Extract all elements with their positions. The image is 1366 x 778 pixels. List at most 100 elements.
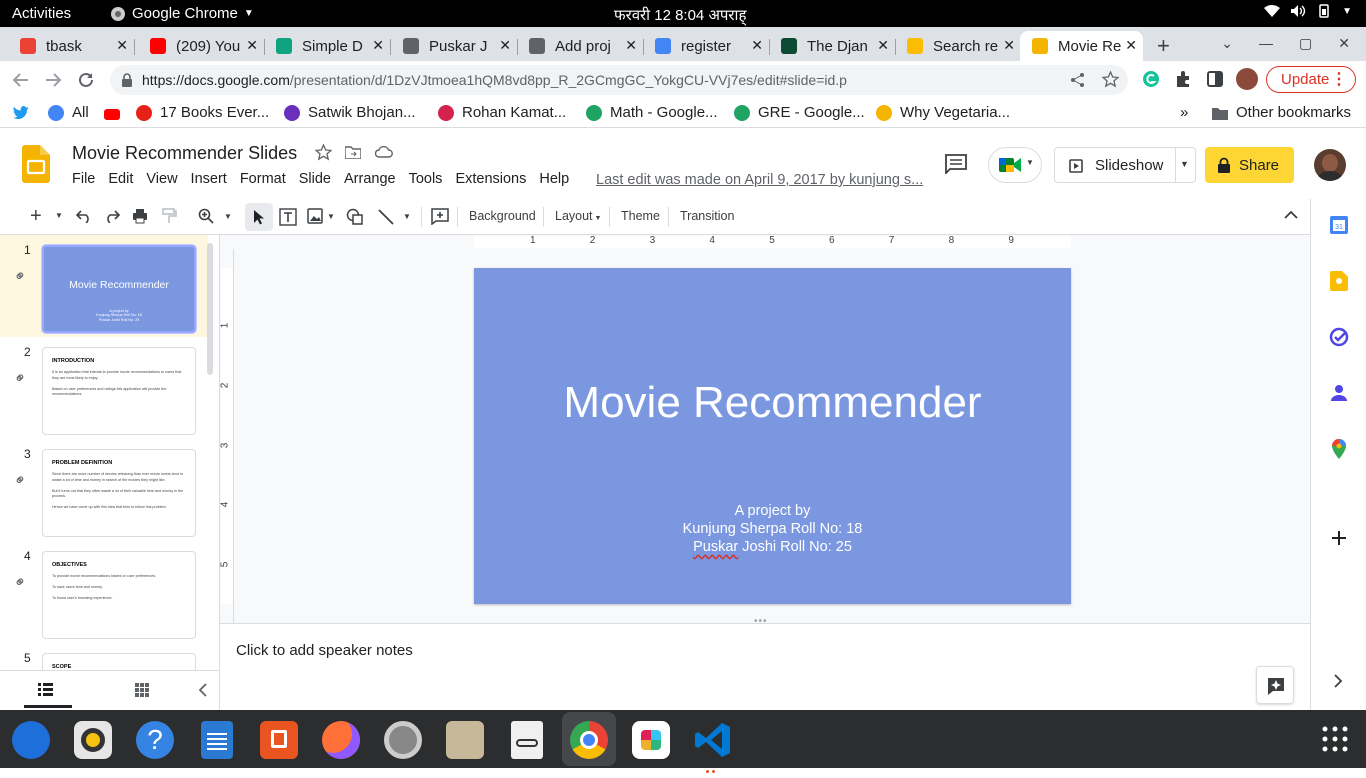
new-tab-button[interactable]: +	[1157, 33, 1170, 59]
collapse-menus-icon[interactable]	[1284, 210, 1298, 220]
close-tab-icon[interactable]: ✕	[499, 37, 511, 54]
thunderbird-icon[interactable]	[12, 721, 50, 759]
menu-insert[interactable]: Insert	[191, 171, 227, 187]
document-viewer-icon[interactable]	[511, 721, 543, 759]
tab-3[interactable]: Simple D ✕	[264, 31, 391, 61]
image-icon[interactable]	[307, 208, 323, 224]
add-addon-icon[interactable]	[1329, 528, 1349, 548]
slide-thumbnail[interactable]: INTRODUCTION It is an application that in…	[42, 347, 196, 435]
menu-view[interactable]: View	[146, 171, 177, 187]
extensions-icon[interactable]	[1174, 70, 1192, 88]
close-tab-icon[interactable]: ✕	[1125, 37, 1137, 54]
activities-button[interactable]: Activities	[12, 5, 71, 22]
bookmark-item[interactable]: Why Vegetaria...	[876, 104, 1010, 121]
system-tray[interactable]: ▼	[1264, 4, 1352, 18]
tab-4[interactable]: Puskar J ✕	[391, 31, 518, 61]
menu-file[interactable]: File	[72, 171, 95, 187]
clock[interactable]: फरवरी 12 8:04 अपराह्	[614, 5, 746, 25]
document-title[interactable]: Movie Recommender Slides	[72, 143, 297, 164]
filmstrip-scrollbar[interactable]	[207, 243, 213, 375]
transition-button[interactable]: Transition	[680, 209, 734, 223]
share-button[interactable]: Share	[1205, 147, 1294, 183]
menu-edit[interactable]: Edit	[108, 171, 133, 187]
slide-thumbnail[interactable]: PROBLEM DEFINITION Since there are more n…	[42, 449, 196, 537]
youtube-icon[interactable]	[104, 109, 120, 120]
profile-avatar[interactable]	[1236, 68, 1258, 90]
paint-format-icon[interactable]	[161, 208, 177, 224]
zoom-icon[interactable]	[198, 208, 214, 224]
background-button[interactable]: Background	[469, 209, 536, 223]
theme-button[interactable]: Theme	[621, 209, 660, 223]
print-icon[interactable]	[132, 208, 148, 224]
star-icon[interactable]	[315, 144, 332, 161]
menu-format[interactable]: Format	[240, 171, 286, 187]
vscode-icon[interactable]	[694, 721, 732, 759]
slide-thumbnail[interactable]: Movie Recommender A project by Kunjung Sh…	[42, 245, 196, 333]
bookmark-item[interactable]: Math - Google...	[586, 104, 718, 121]
side-panel-icon[interactable]	[1206, 70, 1224, 88]
forward-icon[interactable]	[44, 71, 62, 89]
bookmark-item[interactable]: Rohan Kamat...	[438, 104, 566, 121]
slideshow-dropdown-icon[interactable]: ▼	[1180, 159, 1189, 169]
account-avatar[interactable]	[1314, 149, 1346, 181]
menu-extensions[interactable]: Extensions	[455, 171, 526, 187]
reload-icon[interactable]	[77, 71, 95, 89]
tasks-icon[interactable]	[1329, 327, 1349, 347]
close-window-icon[interactable]: ✕	[1338, 35, 1350, 52]
zoom-dropdown-icon[interactable]: ▼	[224, 212, 232, 221]
comments-icon[interactable]	[945, 154, 967, 174]
calendar-icon[interactable]: 31	[1329, 215, 1349, 235]
speaker-notes-placeholder[interactable]: Click to add speaker notes	[236, 642, 413, 659]
menu-help[interactable]: Help	[539, 171, 569, 187]
back-icon[interactable]	[12, 71, 30, 89]
line-icon[interactable]	[377, 208, 395, 226]
explore-button[interactable]	[1256, 666, 1294, 704]
tab-2[interactable]: (209) You ✕	[138, 31, 265, 61]
menu-arrange[interactable]: Arrange	[344, 171, 396, 187]
writer-icon[interactable]	[201, 721, 233, 759]
close-tab-icon[interactable]: ✕	[877, 37, 889, 54]
filmstrip-view-icon[interactable]	[38, 683, 53, 696]
redo-icon[interactable]	[104, 209, 120, 223]
close-tab-icon[interactable]: ✕	[751, 37, 763, 54]
twitter-icon[interactable]	[13, 106, 29, 120]
share-page-icon[interactable]	[1070, 72, 1086, 88]
menu-tools[interactable]: Tools	[409, 171, 443, 187]
layout-button[interactable]: Layout ▼	[555, 209, 601, 223]
tab-search-icon[interactable]: ⌄	[1221, 35, 1233, 52]
keep-icon[interactable]	[1330, 271, 1348, 291]
star-icon[interactable]	[1102, 71, 1119, 88]
tab-7[interactable]: The Djan ✕	[769, 31, 896, 61]
text-box-icon[interactable]	[279, 208, 297, 226]
contacts-icon[interactable]	[1331, 383, 1347, 403]
meet-button[interactable]: ▼	[988, 147, 1042, 183]
grammarly-icon[interactable]	[1142, 70, 1160, 88]
help-icon[interactable]: ?	[136, 721, 174, 759]
close-tab-icon[interactable]: ✕	[625, 37, 637, 54]
new-slide-button[interactable]: +	[30, 205, 42, 228]
slide-title[interactable]: Movie Recommender	[474, 378, 1071, 428]
firefox-icon[interactable]	[322, 721, 360, 759]
bookmark-item[interactable]: GRE - Google...	[734, 104, 865, 121]
menu-slide[interactable]: Slide	[299, 171, 331, 187]
maximize-icon[interactable]: ▢	[1299, 35, 1312, 52]
new-slide-dropdown-icon[interactable]: ▼	[55, 211, 63, 220]
bookmarks-overflow-button[interactable]: »	[1180, 104, 1188, 121]
other-bookmarks[interactable]: Other bookmarks	[1212, 104, 1351, 121]
image-dropdown-icon[interactable]: ▼	[327, 212, 335, 221]
close-tab-icon[interactable]: ✕	[372, 37, 384, 54]
grid-view-icon[interactable]	[135, 683, 149, 697]
expand-side-panel-icon[interactable]	[1333, 674, 1343, 688]
last-edit-link[interactable]: Last edit was made on April 9, 2017 by k…	[596, 172, 923, 188]
close-tab-icon[interactable]: ✕	[246, 37, 258, 54]
add-comment-icon[interactable]	[431, 208, 449, 225]
speaker-notes[interactable]: Click to add speaker notes	[220, 623, 1310, 710]
slideshow-button[interactable]: Slideshow ▼	[1054, 147, 1196, 183]
app-center-icon[interactable]	[260, 721, 298, 759]
omnibox[interactable]: https://docs.google.com/presentation/d/1…	[110, 65, 1128, 95]
bookmark-item[interactable]: Satwik Bhojan...	[284, 104, 416, 121]
close-tab-icon[interactable]: ✕	[116, 37, 128, 54]
update-button[interactable]: Update ⋮	[1266, 66, 1356, 93]
maps-icon[interactable]	[1331, 439, 1347, 459]
move-folder-icon[interactable]	[345, 145, 361, 159]
